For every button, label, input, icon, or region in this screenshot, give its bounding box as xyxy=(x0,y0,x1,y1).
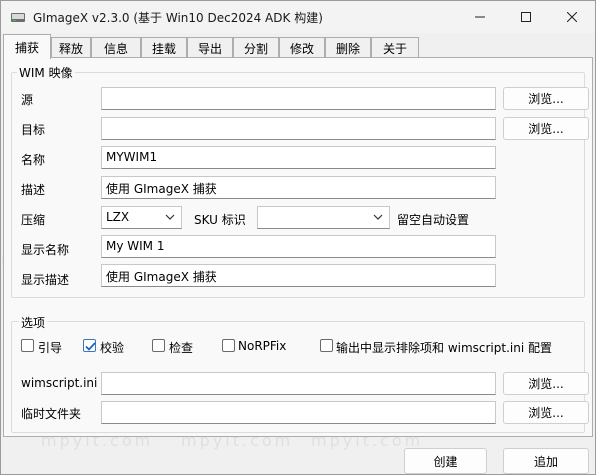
boot-label: 引导 xyxy=(38,341,63,355)
compression-label: 压缩 xyxy=(21,213,46,227)
options-group-title: 选项 xyxy=(19,314,48,331)
checkbox-box xyxy=(21,339,34,352)
close-button[interactable] xyxy=(549,1,595,33)
checkbox-box-checked xyxy=(83,339,96,352)
target-input[interactable] xyxy=(101,117,496,140)
description-input[interactable]: 使用 GImageX 捕获 xyxy=(101,176,496,199)
tab-export[interactable]: 导出 xyxy=(187,37,233,58)
append-button[interactable]: 追加 xyxy=(503,448,589,474)
tab-info[interactable]: 信息 xyxy=(91,37,141,58)
wimscript-label: wimscript.ini xyxy=(21,376,98,390)
maximize-icon xyxy=(521,12,531,22)
chevron-down-icon xyxy=(165,214,175,220)
minimize-icon xyxy=(475,16,485,18)
create-button[interactable]: 创建 xyxy=(404,448,487,474)
temp-folder-browse-button[interactable]: 浏览... xyxy=(503,401,589,424)
display-name-label: 显示名称 xyxy=(21,243,70,257)
sku-label: SKU 标识 xyxy=(194,213,246,227)
display-name-input[interactable]: My WIM 1 xyxy=(101,235,496,258)
name-input[interactable]: MYWIM1 xyxy=(101,146,496,169)
wimscript-browse-button[interactable]: 浏览... xyxy=(503,372,589,395)
verify-label: 校验 xyxy=(100,341,125,355)
tab-about[interactable]: 关于 xyxy=(371,37,419,58)
wimscript-input[interactable] xyxy=(101,372,496,395)
minimize-button[interactable] xyxy=(457,1,503,33)
temp-folder-input[interactable] xyxy=(101,401,496,424)
sku-select[interactable] xyxy=(257,206,390,229)
checkbox-box xyxy=(320,339,333,352)
maximize-button[interactable] xyxy=(503,1,549,33)
tab-apply[interactable]: 释放 xyxy=(51,37,91,58)
display-description-label: 显示描述 xyxy=(21,273,70,287)
source-label: 源 xyxy=(21,93,34,107)
compression-select[interactable]: LZX xyxy=(101,206,182,229)
show-exclusions-checkbox[interactable]: 输出中显示排除项和 wimscript.ini 配置 xyxy=(320,338,552,355)
tab-split[interactable]: 分割 xyxy=(233,37,279,58)
tab-capture[interactable]: 捕获 xyxy=(3,34,51,59)
checkmark-icon xyxy=(85,342,96,351)
source-input[interactable] xyxy=(101,87,496,110)
target-label: 目标 xyxy=(21,123,46,137)
wim-group-title: WIM 映像 xyxy=(17,64,75,81)
boot-checkbox[interactable]: 引导 xyxy=(21,338,71,355)
check-label: 检查 xyxy=(169,341,194,355)
tab-strip: 捕获 释放 信息 挂载 导出 分割 修改 删除 关于 xyxy=(1,34,595,59)
target-browse-button[interactable]: 浏览... xyxy=(503,117,589,140)
show-exclusions-label: 输出中显示排除项和 wimscript.ini 配置 xyxy=(336,341,552,355)
source-browse-button[interactable]: 浏览... xyxy=(503,87,589,110)
checkbox-box xyxy=(152,339,165,352)
close-icon xyxy=(567,12,577,22)
tab-modify[interactable]: 修改 xyxy=(279,37,325,58)
norpfix-label: NoRPFix xyxy=(238,339,287,353)
tab-mount[interactable]: 挂载 xyxy=(141,37,187,58)
gimagex-window: mpyit.com mpyit.com mpyit.com mpyit.com … xyxy=(0,0,596,475)
norpfix-checkbox[interactable]: NoRPFix xyxy=(222,338,292,354)
chevron-down-icon xyxy=(373,214,383,220)
sku-hint: 留空自动设置 xyxy=(397,213,470,227)
title-bar[interactable]: GImageX v2.3.0 (基于 Win10 Dec2024 ADK 构建) xyxy=(1,1,595,33)
compression-value: LZX xyxy=(106,210,130,224)
display-description-input[interactable]: 使用 GImageX 捕获 xyxy=(101,264,496,287)
description-label: 描述 xyxy=(21,183,46,197)
checkbox-box xyxy=(222,339,235,352)
window-title: GImageX v2.3.0 (基于 Win10 Dec2024 ADK 构建) xyxy=(33,11,323,25)
temp-folder-label: 临时文件夹 xyxy=(21,407,82,421)
app-icon xyxy=(10,9,26,25)
verify-checkbox[interactable]: 校验 xyxy=(83,338,133,355)
tab-delete[interactable]: 删除 xyxy=(325,37,371,58)
check-checkbox[interactable]: 检查 xyxy=(152,338,202,355)
name-label: 名称 xyxy=(21,153,46,167)
